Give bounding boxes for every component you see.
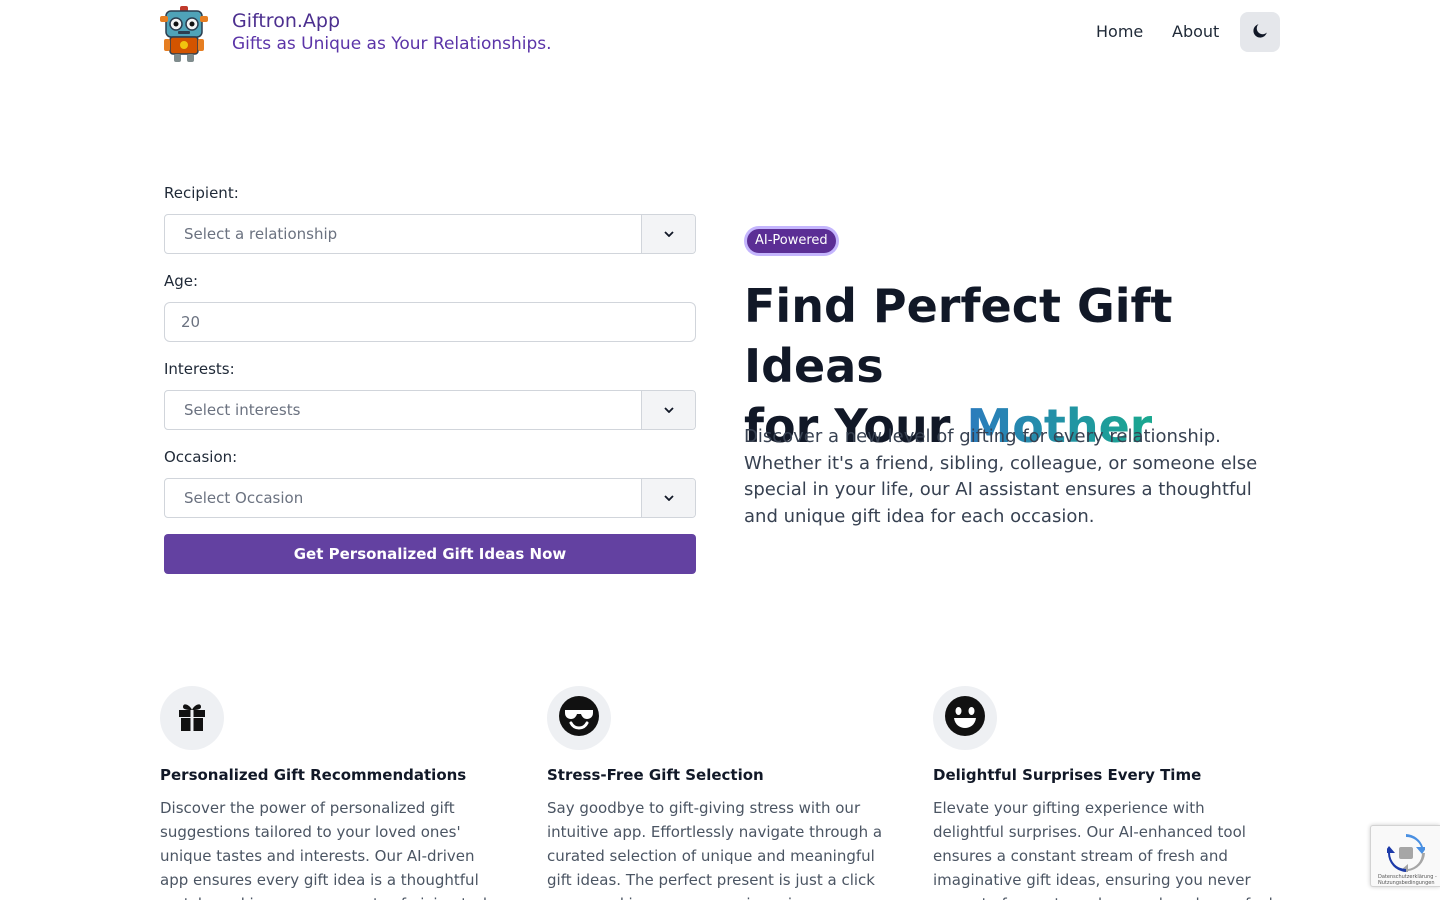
age-label: Age: (164, 272, 199, 290)
smile-face-icon (945, 696, 985, 740)
gift-icon (176, 700, 208, 736)
brand-tagline: Gifts as Unique as Your Relationships. (232, 34, 552, 54)
recaptcha-terms-link[interactable]: Nutzungsbedingungen (1378, 880, 1435, 886)
occasion-label: Occasion: (164, 448, 238, 466)
feature-description: Elevate your gifting experience with del… (933, 799, 1273, 900)
chevron-down-icon[interactable] (641, 215, 695, 253)
interests-placeholder: Select interests (184, 401, 301, 419)
occasion-select[interactable]: Select Occasion (164, 478, 696, 518)
interests-label: Interests: (164, 360, 235, 378)
recipient-select[interactable]: Select a relationship (164, 214, 696, 254)
occasion-placeholder: Select Occasion (184, 489, 304, 507)
feature-title: Stress-Free Gift Selection (547, 766, 764, 784)
feature-title: Delightful Surprises Every Time (933, 766, 1202, 784)
get-gift-ideas-button[interactable]: Get Personalized Gift Ideas Now (164, 534, 696, 574)
feature-icon-circle (547, 686, 611, 750)
feature-title: Personalized Gift Recommendations (160, 766, 467, 784)
feature-icon-circle (160, 686, 224, 750)
recipient-label: Recipient: (164, 184, 239, 202)
hero-title-line1: Find Perfect Gift Ideas (744, 279, 1173, 393)
age-input[interactable] (164, 302, 696, 342)
feature-surprises: Delightful Surprises Every Time Elevate … (933, 686, 1278, 900)
recaptcha-icon (1384, 834, 1427, 876)
moon-icon (1252, 23, 1268, 42)
nav-home-link[interactable]: Home (1096, 22, 1143, 41)
feature-personalized: Personalized Gift Recommendations Discov… (160, 686, 505, 900)
hero-description: Discover a new level of gifting for ever… (744, 426, 1258, 527)
feature-description: Say goodbye to gift-giving stress with o… (547, 799, 883, 900)
site-header: Giftron.App Gifts as Unique as Your Rela… (0, 0, 1440, 66)
recipient-placeholder: Select a relationship (184, 225, 338, 243)
robot-logo-icon[interactable] (160, 6, 208, 62)
brand-title[interactable]: Giftron.App (232, 10, 340, 32)
chevron-down-icon[interactable] (641, 479, 695, 517)
interests-select[interactable]: Select interests (164, 390, 696, 430)
recaptcha-links[interactable]: Datenschutzerklärung - Nutzungsbedingung… (1378, 874, 1437, 886)
chevron-down-icon[interactable] (641, 391, 695, 429)
feature-description: Discover the power of personalized gift … (160, 799, 496, 900)
feature-stress-free: Stress-Free Gift Selection Say goodbye t… (547, 686, 892, 900)
ai-powered-badge: AI-Powered (744, 226, 839, 256)
badge-label: AI-Powered (747, 229, 836, 253)
feature-icon-circle (933, 686, 997, 750)
sunglasses-face-icon (559, 696, 599, 740)
recaptcha-badge[interactable]: Datenschutzerklärung - Nutzungsbedingung… (1370, 825, 1440, 887)
theme-toggle-button[interactable] (1240, 12, 1280, 52)
nav-about-link[interactable]: About (1172, 22, 1219, 41)
